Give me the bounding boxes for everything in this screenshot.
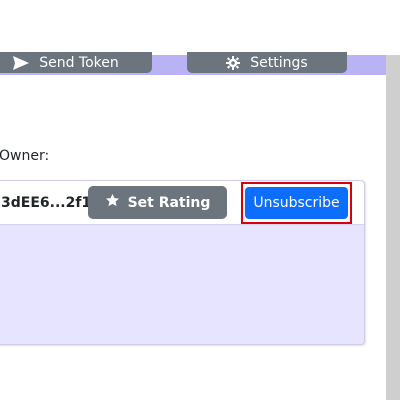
send-token-label: Send Token	[39, 54, 119, 71]
settings-button[interactable]: Settings	[187, 52, 347, 73]
unsubscribe-highlight: Unsubscribe	[241, 182, 352, 224]
set-rating-button[interactable]: Set Rating	[88, 186, 227, 219]
page-viewport: Send Token Settings Owner: 3dEE6...2f1 S…	[0, 0, 400, 400]
set-rating-label: Set Rating	[127, 194, 211, 211]
owner-label: Owner:	[0, 148, 50, 164]
star-icon	[105, 193, 120, 212]
subscription-card-header: 3dEE6...2f1 Set Rating Unsubscribe	[0, 181, 364, 225]
send-token-button[interactable]: Send Token	[0, 52, 152, 73]
gear-icon	[226, 55, 241, 70]
scrollbar[interactable]	[386, 55, 400, 400]
subscription-card: 3dEE6...2f1 Set Rating Unsubscribe	[0, 180, 365, 345]
settings-label: Settings	[250, 54, 308, 71]
owner-address: 3dEE6...2f1	[1, 195, 92, 211]
send-icon	[13, 55, 30, 70]
unsubscribe-button[interactable]: Unsubscribe	[245, 187, 348, 219]
